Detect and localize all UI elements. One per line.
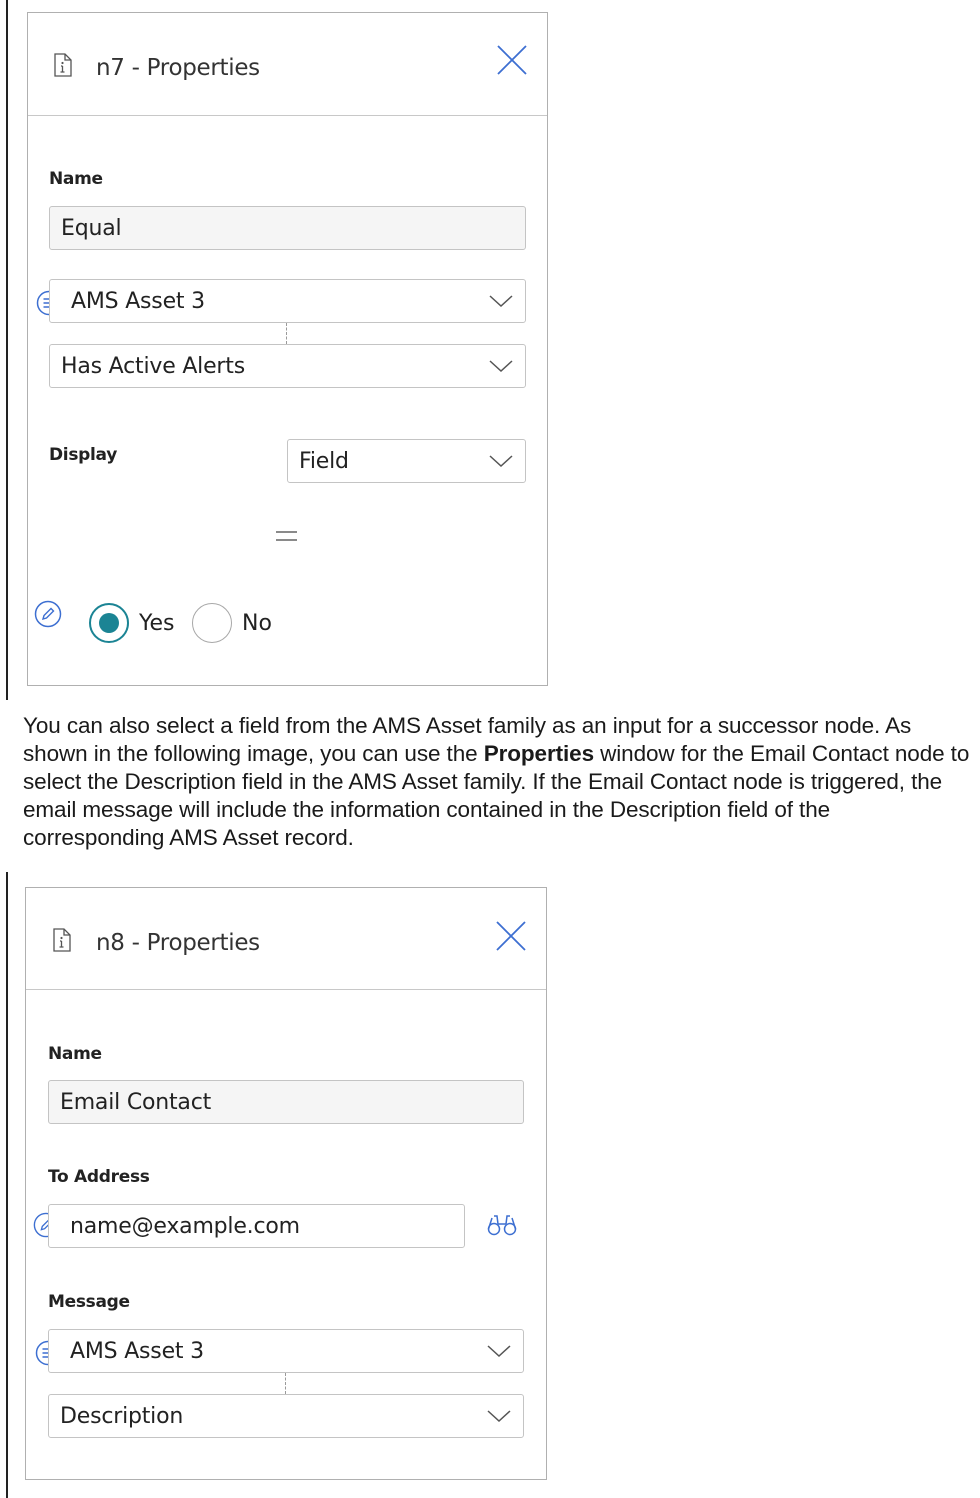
radio-yes-label: Yes: [139, 611, 175, 636]
panel-title: n7 - Properties: [96, 55, 260, 81]
properties-panel-n8: n8 - Properties Name Email Contact To Ad…: [25, 887, 547, 1480]
chevron-down-icon: [489, 295, 513, 307]
margin-rule-bottom: [6, 872, 8, 1498]
equals-operator: [276, 531, 297, 541]
margin-rule-top: [6, 0, 8, 700]
field-select-value: Description: [60, 1403, 184, 1429]
field-select[interactable]: Description: [48, 1394, 524, 1438]
chevron-down-icon: [487, 1345, 511, 1357]
chevron-down-icon: [487, 1410, 511, 1422]
radio-no-label: No: [242, 611, 272, 636]
info-document-icon: [54, 53, 72, 77]
chevron-down-icon: [489, 455, 513, 467]
chevron-down-icon: [489, 360, 513, 372]
paragraph-bold-properties: Properties: [483, 741, 594, 766]
description-paragraph: You can also select a field from the AMS…: [23, 712, 973, 852]
connector-line: [286, 323, 287, 344]
source-select[interactable]: AMS Asset 3: [49, 279, 526, 323]
message-label: Message: [48, 1292, 130, 1312]
name-label: Name: [49, 169, 103, 189]
panel-header: n8 - Properties: [26, 888, 546, 990]
source-select[interactable]: AMS Asset 3: [48, 1329, 524, 1373]
name-input[interactable]: Equal: [49, 206, 526, 250]
display-label: Display: [49, 445, 117, 465]
to-address-input[interactable]: name@example.com: [48, 1204, 465, 1248]
source-select-value: AMS Asset 3: [70, 1338, 204, 1364]
edit-pencil-icon[interactable]: [34, 600, 62, 628]
source-select-value: AMS Asset 3: [71, 288, 205, 314]
field-select[interactable]: Has Active Alerts: [49, 344, 526, 388]
close-icon[interactable]: [495, 43, 529, 77]
display-select[interactable]: Field: [287, 439, 526, 483]
panel-title: n8 - Properties: [96, 930, 260, 956]
binoculars-icon[interactable]: [486, 1214, 518, 1236]
radio-yes[interactable]: [89, 603, 129, 643]
to-address-label: To Address: [48, 1167, 150, 1187]
panel-header: n7 - Properties: [28, 13, 547, 116]
properties-panel-n7: n7 - Properties Name Equal AMS Asset 3 H…: [27, 12, 548, 686]
radio-no[interactable]: [192, 603, 232, 643]
name-label: Name: [48, 1044, 102, 1064]
name-input[interactable]: Email Contact: [48, 1080, 524, 1124]
info-document-icon: [53, 928, 71, 952]
connector-line: [285, 1373, 286, 1394]
close-icon[interactable]: [494, 919, 528, 953]
display-select-value: Field: [299, 448, 349, 474]
field-select-value: Has Active Alerts: [61, 353, 245, 379]
